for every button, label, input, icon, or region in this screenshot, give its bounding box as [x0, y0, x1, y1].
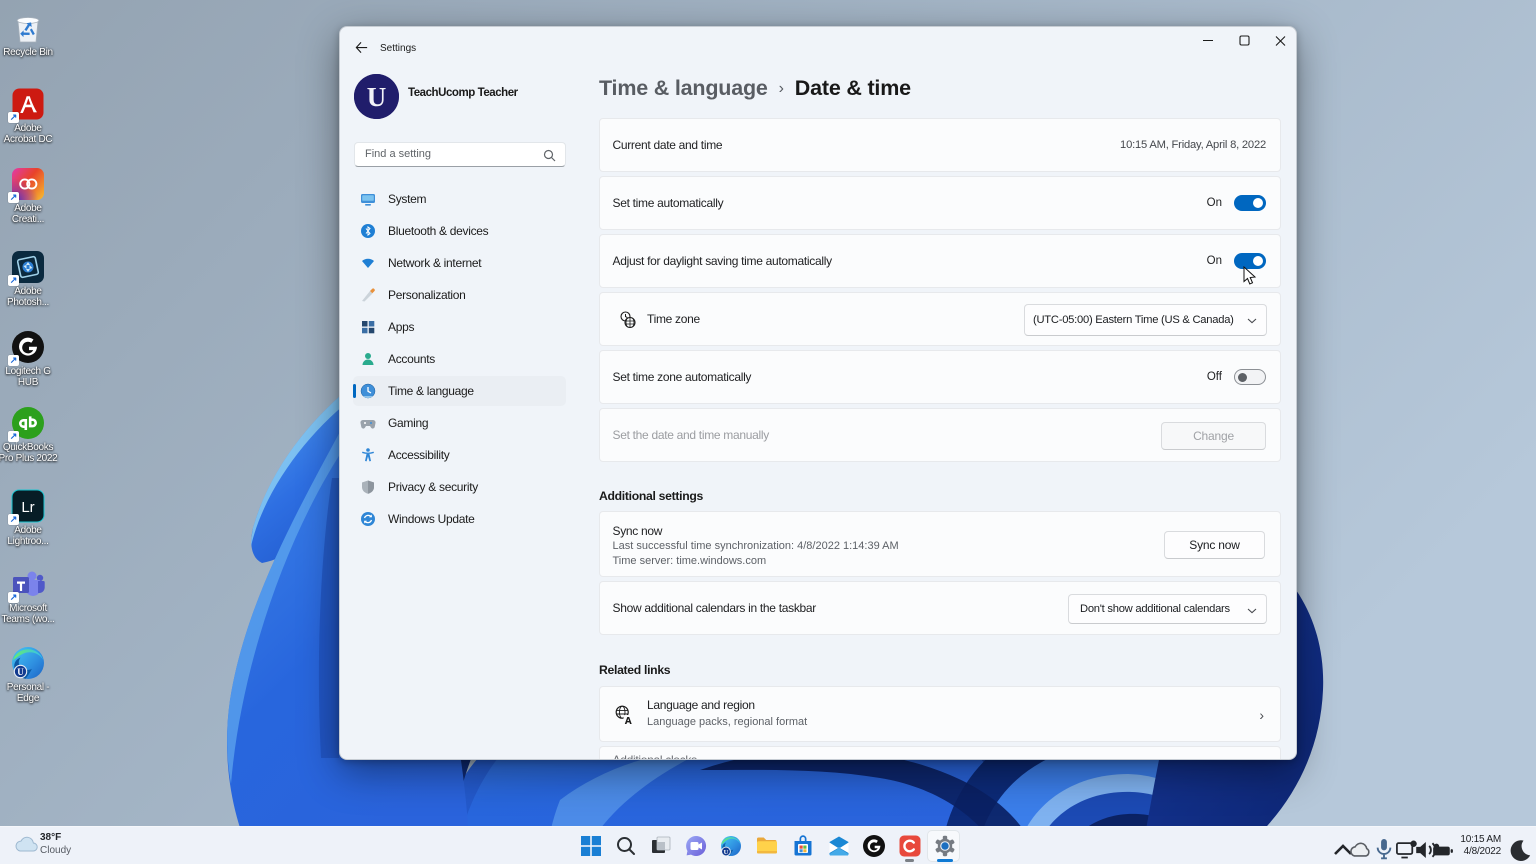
svg-text:U: U	[367, 82, 387, 112]
svg-text:U: U	[724, 849, 729, 856]
svg-text:Lr: Lr	[21, 499, 34, 516]
svg-text:U: U	[17, 667, 24, 677]
